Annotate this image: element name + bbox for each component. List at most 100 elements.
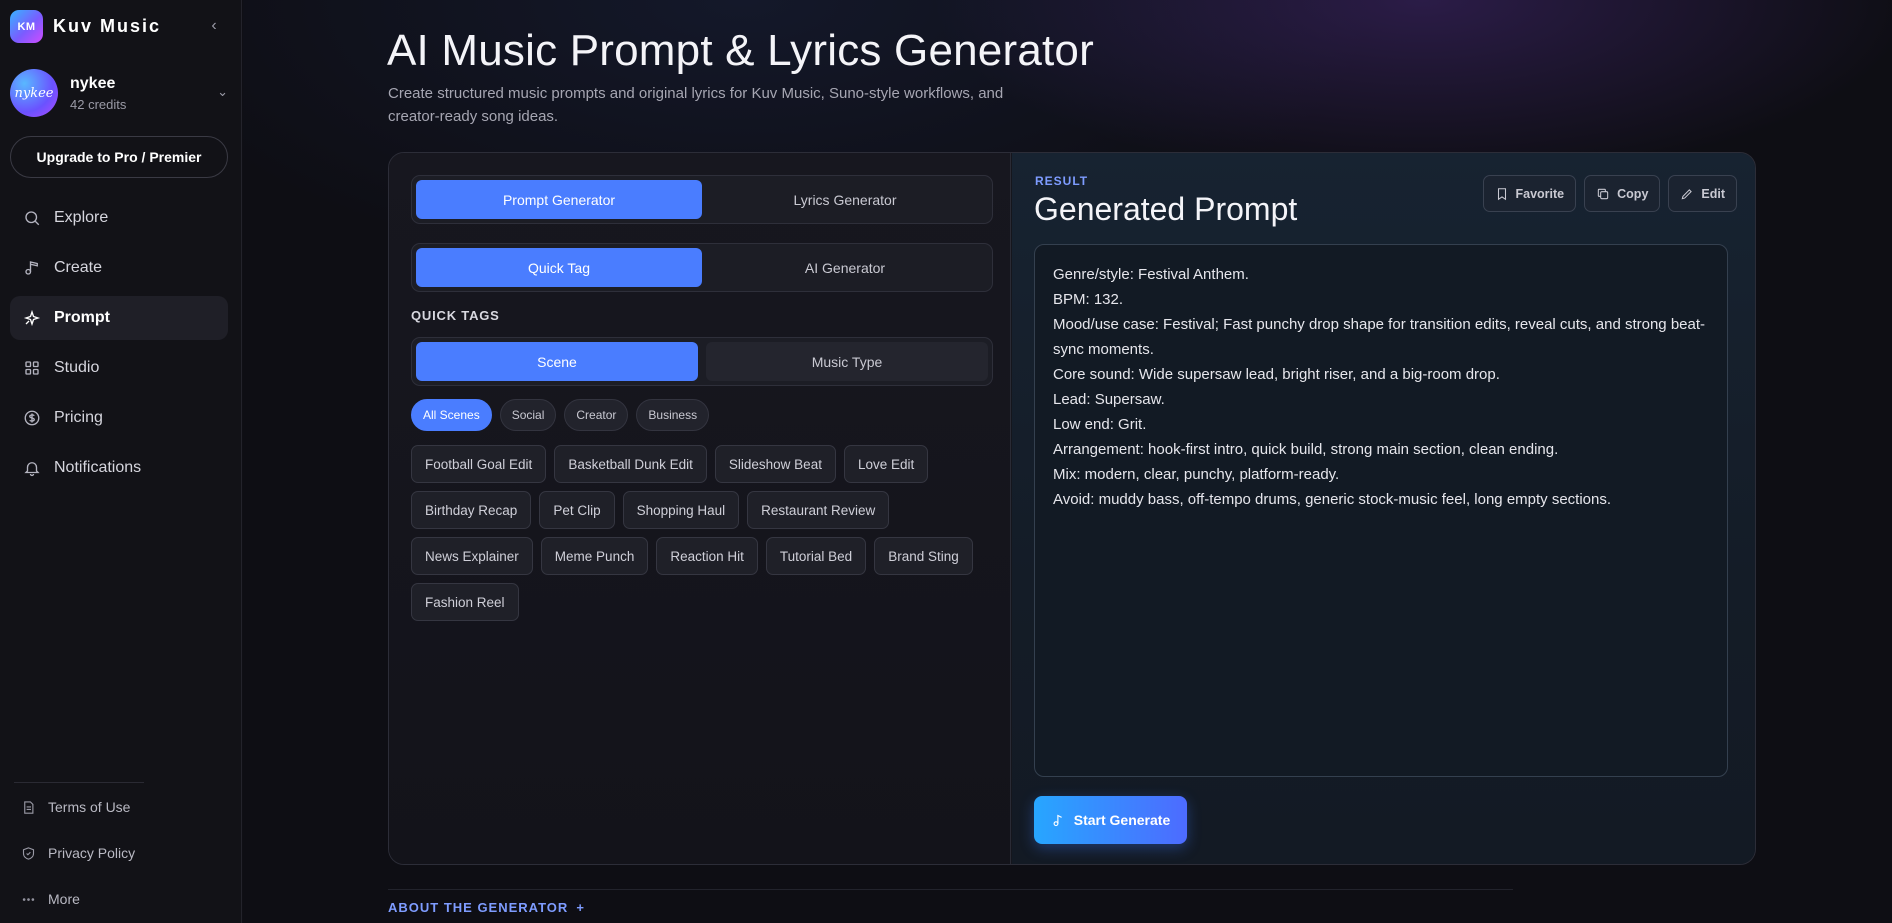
tag-button[interactable]: Reaction Hit [656,537,758,575]
prompt-line: Mood/use case: Festival; Fast punchy dro… [1053,316,1706,358]
sub-tabs: Quick Tag AI Generator [411,243,993,292]
sidebar: KM Kuv Music ‹ nykee nykee 42 credits ⌄ … [0,0,242,923]
tag-button[interactable]: Fashion Reel [411,583,519,621]
nav-item-create[interactable]: Create [10,246,228,290]
brand[interactable]: KM Kuv Music [10,10,161,43]
bell-icon [22,458,42,478]
footer-label: Privacy Policy [48,845,136,861]
nav-item-notifications[interactable]: Notifications [10,446,228,490]
start-generate-button[interactable]: Start Generate [1034,796,1187,844]
tab-scene[interactable]: Scene [416,342,698,381]
dollar-circle-icon [22,408,42,428]
footer-nav: Terms of Use Privacy Policy More [10,784,228,922]
tag-button[interactable]: Slideshow Beat [714,445,836,483]
user-name: nykee [70,74,116,92]
divider [388,889,1513,890]
tag-button[interactable]: Love Edit [843,445,929,483]
chip-business[interactable]: Business [636,399,710,431]
pencil-icon [1682,188,1693,199]
filter-chips: All Scenes Social Creator Business [411,399,710,431]
controls-pane: Prompt Generator Lyrics Generator Quick … [389,153,1011,864]
search-icon [22,208,42,228]
generator-card: Prompt Generator Lyrics Generator Quick … [388,152,1756,865]
tag-button[interactable]: Shopping Haul [622,491,740,529]
tag-button[interactable]: Birthday Recap [411,491,532,529]
tag-button[interactable]: Brand Sting [874,537,973,575]
footer-item-more[interactable]: More [10,876,228,922]
footer-label: More [48,891,80,907]
prompt-line: BPM: 132. [1053,291,1124,308]
start-generate-label: Start Generate [1073,812,1171,828]
about-toggle[interactable]: ABOUT THE GENERATOR + [388,900,585,915]
favorite-button[interactable]: Favorite [1482,175,1577,212]
collapse-sidebar-icon[interactable]: ‹ [206,18,222,34]
prompt-line: Arrangement: hook-first intro, quick bui… [1053,441,1559,458]
nav-item-explore[interactable]: Explore [10,196,228,240]
main-content: AI Music Prompt & Lyrics Generator Creat… [243,0,1892,923]
user-credits: 42 credits [70,96,127,112]
prompt-line: Genre/style: Festival Anthem. [1053,266,1249,283]
edit-label: Edit [1701,186,1725,201]
edit-button[interactable]: Edit [1668,175,1737,212]
nav-item-prompt[interactable]: Prompt [10,296,228,340]
page-title: AI Music Prompt & Lyrics Generator [387,26,1094,75]
nav-label: Explore [54,209,109,226]
mode-tabs: Prompt Generator Lyrics Generator [411,175,993,224]
footer-item-terms[interactable]: Terms of Use [10,784,228,830]
tag-button[interactable]: Tutorial Bed [765,537,867,575]
brand-name: Kuv Music [53,16,162,36]
quick-tags-heading: QUICK TAGS [411,308,500,323]
tab-music-type[interactable]: Music Type [706,342,988,381]
tag-button[interactable]: Restaurant Review [747,491,890,529]
nav-item-studio[interactable]: Studio [10,346,228,390]
nav-label: Create [54,259,103,276]
copy-icon [1597,188,1609,199]
avatar: nykee [10,69,58,117]
nav-label: Notifications [54,459,142,476]
page-subtitle: Create structured music prompts and orig… [388,85,1004,125]
bookmark-icon [1497,187,1506,200]
copy-button[interactable]: Copy [1584,175,1661,212]
favorite-label: Favorite [1515,186,1565,201]
footer-label: Terms of Use [48,799,131,815]
tag-button[interactable]: Pet Clip [539,491,615,529]
tab-ai-generator[interactable]: AI Generator [702,248,988,287]
shield-icon [18,843,38,863]
music-note-icon [22,258,42,278]
footer-item-privacy[interactable]: Privacy Policy [10,830,228,876]
tag-button[interactable]: Meme Punch [540,537,649,575]
chip-social[interactable]: Social [499,399,557,431]
sparkle-icon [22,308,42,328]
tab-quick-tag[interactable]: Quick Tag [416,248,702,287]
about-label: ABOUT THE GENERATOR [388,900,569,915]
prompt-line: Lead: Supersaw. [1053,391,1165,408]
tab-lyrics-generator[interactable]: Lyrics Generator [702,180,988,219]
prompt-line: Mix: modern, clear, punchy, platform-rea… [1053,466,1340,483]
tag-type-tabs: Scene Music Type [411,337,993,386]
prompt-line: Avoid: muddy bass, off-tempo drums, gene… [1053,491,1612,508]
copy-label: Copy [1617,186,1649,201]
nav-label: Prompt [54,309,110,326]
upgrade-button[interactable]: Upgrade to Pro / Premier [10,136,228,178]
music-note-icon [1053,814,1062,826]
tag-button[interactable]: Basketball Dunk Edit [554,445,707,483]
main-nav: Explore Create Prompt Studio Pricing Not… [10,196,228,496]
divider [14,782,144,783]
tag-button[interactable]: News Explainer [411,537,533,575]
user-menu[interactable]: nykee nykee 42 credits ⌄ [10,68,230,118]
result-title: Generated Prompt [1034,191,1298,227]
document-icon [18,797,38,817]
tab-prompt-generator[interactable]: Prompt Generator [416,180,702,219]
chip-all-scenes[interactable]: All Scenes [411,399,492,431]
result-pane: RESULT Generated Prompt Favorite Copy Ed… [1012,153,1755,864]
nav-item-pricing[interactable]: Pricing [10,396,228,440]
nav-label: Studio [54,359,100,376]
chevron-down-icon[interactable]: ⌄ [217,84,228,100]
prompt-line: Core sound: Wide supersaw lead, bright r… [1053,366,1500,383]
chip-creator[interactable]: Creator [564,399,629,431]
prompt-line: Low end: Grit. [1053,416,1147,433]
generated-prompt-text[interactable]: Genre/style: Festival Anthem. BPM: 132. … [1034,244,1728,777]
grid-icon [22,358,42,378]
tag-button[interactable]: Football Goal Edit [411,445,547,483]
scene-tags: Football Goal Edit Basketball Dunk Edit … [411,445,993,621]
